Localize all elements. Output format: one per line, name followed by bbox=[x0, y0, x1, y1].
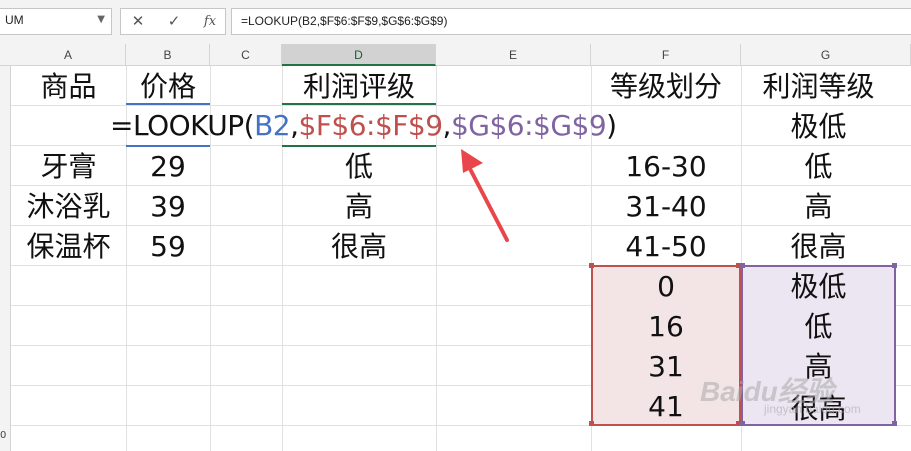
cell-g5[interactable]: 很高 bbox=[741, 228, 896, 266]
cell-a4[interactable]: 沐浴乳 bbox=[11, 188, 126, 226]
check-icon[interactable]: ✓ bbox=[163, 12, 185, 30]
cell-edit-formula[interactable]: =LOOKUP(B2,$F$6:$F$9,$G$6:$G$9) bbox=[110, 106, 617, 146]
cell-f7[interactable]: 16 bbox=[591, 308, 741, 346]
cell-g3[interactable]: 低 bbox=[741, 148, 896, 186]
formula-prefix: =LOOKUP( bbox=[110, 109, 255, 142]
cell-f6[interactable]: 0 bbox=[591, 268, 741, 306]
column-header-f[interactable]: F bbox=[591, 44, 741, 66]
formula-suffix: ) bbox=[606, 109, 617, 142]
cell-b5[interactable]: 59 bbox=[126, 228, 210, 266]
cell-b1-reference-underline bbox=[126, 103, 210, 105]
cell-a5[interactable]: 保温杯 bbox=[11, 228, 126, 266]
cell-b1[interactable]: 价格 bbox=[126, 68, 210, 106]
column-header-c[interactable]: C bbox=[210, 44, 282, 66]
formula-ref-b2: B2 bbox=[254, 109, 291, 142]
cell-d1-underline bbox=[282, 103, 436, 105]
cell-b4[interactable]: 39 bbox=[126, 188, 210, 226]
formula-buttons: ✕ ✓ fx bbox=[120, 8, 226, 35]
name-box[interactable]: UM ▼ bbox=[0, 8, 112, 35]
cell-g1[interactable]: 利润等级 bbox=[741, 68, 896, 106]
formula-bar: UM ▼ ✕ ✓ fx =LOOKUP(B2,$F$6:$F$9,$G$6:$G… bbox=[0, 0, 911, 44]
column-header-b[interactable]: B bbox=[126, 44, 210, 66]
cell-d1[interactable]: 利润评级 bbox=[282, 68, 436, 106]
formula-input-text: =LOOKUP(B2,$F$6:$F$9,$G$6:$G$9) bbox=[241, 14, 448, 28]
annotation-arrow-icon bbox=[461, 149, 509, 242]
row-header-column: 0 bbox=[0, 66, 11, 451]
baidu-watermark-url: jingyan.baidu.com bbox=[764, 402, 861, 416]
formula-ref-result-range: $G$6:$G$9 bbox=[450, 109, 607, 142]
cell-g6[interactable]: 极低 bbox=[741, 268, 896, 306]
insert-function-icon[interactable]: fx bbox=[199, 14, 221, 29]
column-header-a[interactable]: A bbox=[11, 44, 126, 66]
cell-d4[interactable]: 高 bbox=[282, 188, 436, 226]
column-header-g[interactable]: G bbox=[741, 44, 911, 66]
name-box-value: UM bbox=[5, 13, 24, 27]
cell-d2-underline bbox=[282, 145, 436, 147]
cell-f1[interactable]: 等级划分 bbox=[591, 68, 741, 106]
formula-ref-lookup-range: $F$6:$F$9 bbox=[298, 109, 444, 142]
cell-d3[interactable]: 低 bbox=[282, 148, 436, 186]
cell-b3[interactable]: 29 bbox=[126, 148, 210, 186]
column-header-e[interactable]: E bbox=[436, 44, 591, 66]
cancel-icon[interactable]: ✕ bbox=[127, 12, 149, 30]
cell-f3[interactable]: 16-30 bbox=[591, 148, 741, 186]
cell-g7[interactable]: 低 bbox=[741, 308, 896, 346]
cell-a1[interactable]: 商品 bbox=[11, 68, 126, 106]
cell-f5[interactable]: 41-50 bbox=[591, 228, 741, 266]
cell-a3[interactable]: 牙膏 bbox=[11, 148, 126, 186]
formula-separator: , bbox=[442, 109, 452, 142]
cell-b2-reference-underline bbox=[126, 145, 210, 147]
column-header-row: A B C D E F G bbox=[0, 44, 911, 66]
cell-g2[interactable]: 极低 bbox=[741, 108, 896, 146]
chevron-down-icon[interactable]: ▼ bbox=[97, 14, 105, 25]
cell-d5[interactable]: 很高 bbox=[282, 228, 436, 266]
cell-g4[interactable]: 高 bbox=[741, 188, 896, 226]
row-header-label[interactable]: 0 bbox=[0, 430, 11, 441]
formula-input[interactable]: =LOOKUP(B2,$F$6:$F$9,$G$6:$G$9) bbox=[231, 8, 911, 35]
cell-f4[interactable]: 31-40 bbox=[591, 188, 741, 226]
column-header-d[interactable]: D bbox=[282, 44, 436, 66]
formula-separator: , bbox=[290, 109, 299, 142]
